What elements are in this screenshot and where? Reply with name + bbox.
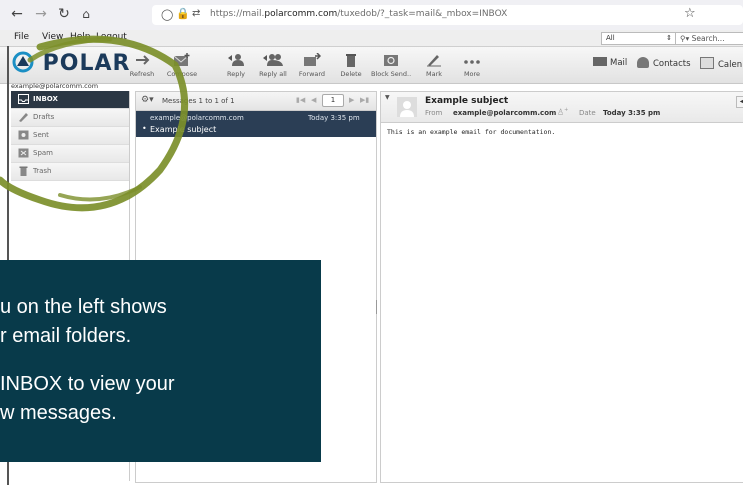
overlay-line-3: INBOX to view your [0,373,175,395]
contacts-icon [637,57,649,68]
chevron-updown-icon: ⇕ [666,34,672,42]
url-bar[interactable]: ◯ 🔒 ⇄ https://mail.polarcomm.com/tuxedob… [152,5,743,25]
search-scope-select[interactable]: All ⇕ [601,32,677,45]
block-sender-button[interactable]: Block Send.. [371,47,411,83]
page-number-input[interactable]: 1 [322,94,344,107]
prev-page-icon[interactable]: ◀ [311,96,316,104]
mail-icon [593,57,607,66]
search-icon: ⚲▾ [680,34,690,43]
mark-pencil-icon [427,55,441,67]
highlight-circle [0,35,189,212]
reply-icon [228,54,244,66]
collapse-header-icon[interactable]: ▼ [385,94,390,101]
url-text: https://mail.polarcomm.com/tuxedob/?_tas… [210,9,508,19]
sender-avatar [397,97,417,117]
bookmark-star-icon[interactable]: ☆ [684,6,696,21]
more-dots-icon [464,60,480,64]
reload-icon[interactable]: ↻ [57,7,71,21]
search-input[interactable]: ⚲▾ Search... [675,32,743,45]
message-body: This is an example email for documentati… [387,128,556,136]
permissions-icon: ⇄ [192,8,201,19]
overlay-line-4: w messages. [0,402,117,424]
reply-all-button[interactable]: Reply all [253,47,293,83]
preview-from[interactable]: example@polarcomm.com [453,109,556,117]
message-preview-pane: ▼ Example subject From example@polarcomm… [380,91,743,483]
shield-icon: ◯ [161,8,174,21]
preview-subject: Example subject [425,96,509,106]
lock-icon: 🔒 [176,7,190,20]
preview-date: Today 3:35 pm [603,109,661,117]
search-placeholder: Search... [691,34,725,43]
date-label: Date [579,109,596,117]
add-contact-icon[interactable]: ♙+ [557,107,568,117]
first-page-icon[interactable]: ▮◀ [296,96,305,104]
forward-button[interactable]: Forward [292,47,332,83]
tab-contacts[interactable]: Contacts [637,57,691,69]
calendar-icon [700,57,714,69]
tab-mail[interactable]: Mail [593,57,627,68]
block-sender-icon [384,55,398,66]
delete-button[interactable]: Delete [331,47,371,83]
search-scope-value: All [606,34,615,42]
trash-icon [346,54,356,67]
last-page-icon[interactable]: ▶▮ [360,96,369,104]
forward-mail-icon [304,53,321,66]
overlay-line-1: u on the left shows [0,296,167,318]
overlay-line-2: r email folders. [0,325,132,347]
more-button[interactable]: More [452,47,492,83]
instruction-overlay: u on the left shows r email folders. INB… [0,260,321,462]
reply-button[interactable]: Reply [216,47,256,83]
preview-header: ▼ Example subject From example@polarcomm… [381,92,743,123]
reply-all-icon [263,54,283,66]
forward-icon[interactable]: → [34,7,48,21]
home-icon[interactable]: ⌂ [79,7,93,21]
next-page-icon[interactable]: ▶ [349,96,354,104]
tab-calendar[interactable]: Calen [700,57,742,70]
mark-button[interactable]: Mark [414,47,454,83]
person-icon [400,101,414,117]
header-menu-icon[interactable]: ◀ [736,96,743,108]
back-icon[interactable]: ← [10,7,24,21]
message-date: Today 3:35 pm [308,114,360,122]
from-label: From [425,109,443,117]
